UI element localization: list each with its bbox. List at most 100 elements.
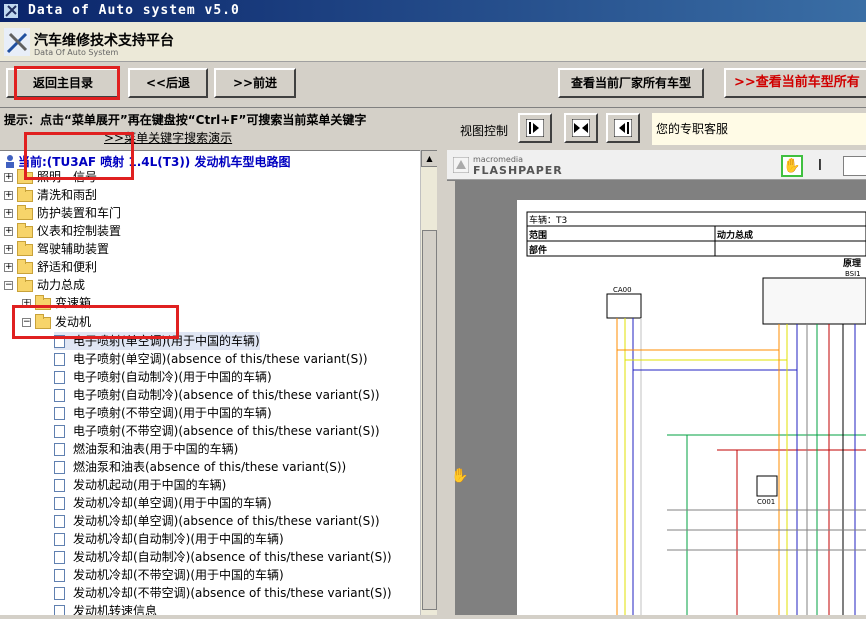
view-expand-left-button[interactable] bbox=[606, 113, 640, 143]
app-banner: 汽车维修技术支持平台 Data Of Auto System bbox=[0, 22, 866, 62]
expand-icon[interactable]: + bbox=[4, 227, 13, 236]
forward-button[interactable]: >>前进 bbox=[214, 68, 296, 98]
tree-scrollbar[interactable]: ▲ bbox=[420, 150, 438, 615]
tree-doc-0[interactable]: 电子喷射(单空调)(用于中国的车辆) bbox=[54, 332, 260, 350]
tree-doc-13[interactable]: 发动机冷却(不带空调)(用于中国的车辆) bbox=[54, 566, 284, 584]
doc-part-label: 部件 bbox=[529, 246, 548, 256]
panel-splitter[interactable] bbox=[437, 150, 447, 615]
folder-open-icon bbox=[35, 313, 51, 329]
tree-doc-2[interactable]: 电子喷射(自动制冷)(用于中国的车辆) bbox=[54, 368, 272, 386]
title-bar: Data of Auto system v5.0 bbox=[0, 0, 866, 22]
tools-logo-icon bbox=[4, 28, 30, 56]
tree-doc-15[interactable]: 发动机转速信息 bbox=[54, 602, 157, 615]
document-icon bbox=[54, 425, 65, 438]
document-icon bbox=[54, 551, 65, 564]
all-models-button[interactable]: 查看当前厂家所有车型 bbox=[558, 68, 704, 98]
viewer-left-gutter bbox=[447, 181, 455, 615]
doc-connector-c001: C001 bbox=[757, 498, 776, 506]
page-number-input[interactable] bbox=[843, 156, 866, 176]
viewer-toolbar: macromedia FLASHPAPER ✋ I bbox=[447, 150, 866, 180]
document-icon bbox=[54, 587, 65, 600]
current-models-button[interactable]: >>查看当前车型所有 bbox=[724, 68, 866, 98]
tree-doc-3[interactable]: 电子喷射(自动制冷)(absence of this/these variant… bbox=[54, 386, 380, 404]
expand-icon[interactable]: + bbox=[4, 263, 13, 272]
customer-service[interactable]: 您的专职客服 bbox=[652, 113, 866, 145]
split-arrows-icon bbox=[572, 119, 590, 137]
person-icon bbox=[6, 155, 14, 168]
doc-connector-ca00: CA00 bbox=[613, 286, 632, 294]
tree-doc-7[interactable]: 燃油泵和油表(absence of this/these variant(S)) bbox=[54, 458, 346, 476]
expand-icon[interactable]: + bbox=[4, 245, 13, 254]
document-icon bbox=[54, 461, 65, 474]
document-icon bbox=[54, 515, 65, 528]
arrow-right-icon bbox=[526, 119, 544, 137]
text-select-tool-button[interactable]: I bbox=[813, 156, 827, 176]
tree-doc-8[interactable]: 发动机起动(用于中国的车辆) bbox=[54, 476, 226, 494]
tree-doc-9[interactable]: 发动机冷却(单空调)(用于中国的车辆) bbox=[54, 494, 272, 512]
hand-tool-button[interactable]: ✋ bbox=[781, 155, 803, 177]
search-demo-link[interactable]: >>菜单关键字搜索演示 bbox=[104, 129, 232, 146]
banner-title: 汽车维修技术支持平台 bbox=[34, 33, 174, 49]
tree-doc-11[interactable]: 发动机冷却(自动制冷)(用于中国的车辆) bbox=[54, 530, 284, 548]
wiring-diagram bbox=[526, 211, 866, 615]
document-icon bbox=[54, 389, 65, 402]
tree-doc-4[interactable]: 电子喷射(不带空调)(用于中国的车辆) bbox=[54, 404, 272, 422]
flashpaper-logo-icon bbox=[453, 157, 469, 173]
folder-icon bbox=[17, 204, 33, 220]
tree-folder-lighting[interactable]: + 照明—信号 bbox=[4, 168, 97, 186]
document-icon bbox=[54, 407, 65, 420]
tree-doc-5[interactable]: 电子喷射(不带空调)(absence of this/these variant… bbox=[54, 422, 380, 440]
tree-folder-gearbox[interactable]: + 变速箱 bbox=[22, 294, 91, 312]
tree-doc-1[interactable]: 电子喷射(单空调)(absence of this/these variant(… bbox=[54, 350, 368, 368]
collapse-icon[interactable]: − bbox=[4, 281, 13, 290]
app-icon bbox=[4, 4, 18, 18]
tree-doc-12[interactable]: 发动机冷却(自动制冷)(absence of this/these varian… bbox=[54, 548, 392, 566]
home-button[interactable]: 返回主目录 bbox=[6, 68, 120, 98]
tree-doc-6[interactable]: 燃油泵和油表(用于中国的车辆) bbox=[54, 440, 238, 458]
folder-icon bbox=[35, 294, 51, 310]
tree-folder-comfort[interactable]: + 舒适和便利 bbox=[4, 258, 97, 276]
document-icon bbox=[54, 335, 65, 348]
viewer-brand-small: macromedia bbox=[473, 155, 524, 164]
collapse-icon[interactable]: − bbox=[22, 318, 31, 327]
back-button[interactable]: <<后退 bbox=[128, 68, 208, 98]
expand-icon[interactable]: + bbox=[4, 209, 13, 218]
document-icon bbox=[54, 533, 65, 546]
doc-scope-label: 范围 bbox=[529, 231, 548, 241]
viewer-brand-large: FLASHPAPER bbox=[473, 164, 563, 177]
hint-text: 提示：点击“菜单展开”再在键盘按“Ctrl+F”可搜索当前菜单关键字 bbox=[4, 113, 367, 127]
tree-folder-doors[interactable]: + 防护装置和车门 bbox=[4, 204, 121, 222]
folder-icon bbox=[17, 168, 33, 184]
folder-icon bbox=[17, 186, 33, 202]
wiring-diagram-page: 车辆：T3 范围 动力总成 部件 原理 CA00 BSI1 C001 bbox=[517, 200, 866, 615]
folder-icon bbox=[17, 222, 33, 238]
document-icon bbox=[54, 569, 65, 582]
expand-icon[interactable]: + bbox=[4, 191, 13, 200]
view-split-button[interactable] bbox=[564, 113, 598, 143]
doc-principle-label: 原理 bbox=[843, 259, 862, 269]
document-icon bbox=[54, 443, 65, 456]
tree-doc-10[interactable]: 发动机冷却(单空调)(absence of this/these variant… bbox=[54, 512, 380, 530]
document-icon bbox=[54, 497, 65, 510]
scroll-up-icon[interactable]: ▲ bbox=[421, 150, 438, 167]
banner-subtitle: Data Of Auto System bbox=[34, 48, 119, 57]
doc-vehicle-label: 车辆：T3 bbox=[529, 216, 568, 226]
window-title: Data of Auto system v5.0 bbox=[28, 3, 240, 18]
expand-icon[interactable]: + bbox=[22, 299, 31, 308]
hint-bar: 提示：点击“菜单展开”再在键盘按“Ctrl+F”可搜索当前菜单关键字 >>菜单关… bbox=[0, 108, 866, 150]
document-viewer: macromedia FLASHPAPER ✋ I ✋ 车辆：T3 范围 动力总… bbox=[447, 150, 866, 615]
expand-icon[interactable]: + bbox=[4, 173, 13, 182]
tree-folder-powertrain[interactable]: − 动力总成 bbox=[4, 276, 85, 294]
tree-folder-engine[interactable]: − 发动机 bbox=[22, 313, 91, 331]
document-icon bbox=[54, 353, 65, 366]
folder-icon bbox=[17, 258, 33, 274]
folder-icon bbox=[17, 240, 33, 256]
hand-cursor-icon: ✋ bbox=[451, 468, 469, 484]
tree-folder-wipers[interactable]: + 清洗和雨刮 bbox=[4, 186, 97, 204]
document-icon bbox=[54, 371, 65, 384]
tree-folder-driving-aids[interactable]: + 驾驶辅助装置 bbox=[4, 240, 109, 258]
scrollbar-thumb[interactable] bbox=[422, 230, 437, 610]
view-expand-right-button[interactable] bbox=[518, 113, 552, 143]
tree-folder-instruments[interactable]: + 仪表和控制装置 bbox=[4, 222, 121, 240]
tree-doc-14[interactable]: 发动机冷却(不带空调)(absence of this/these varian… bbox=[54, 584, 392, 602]
